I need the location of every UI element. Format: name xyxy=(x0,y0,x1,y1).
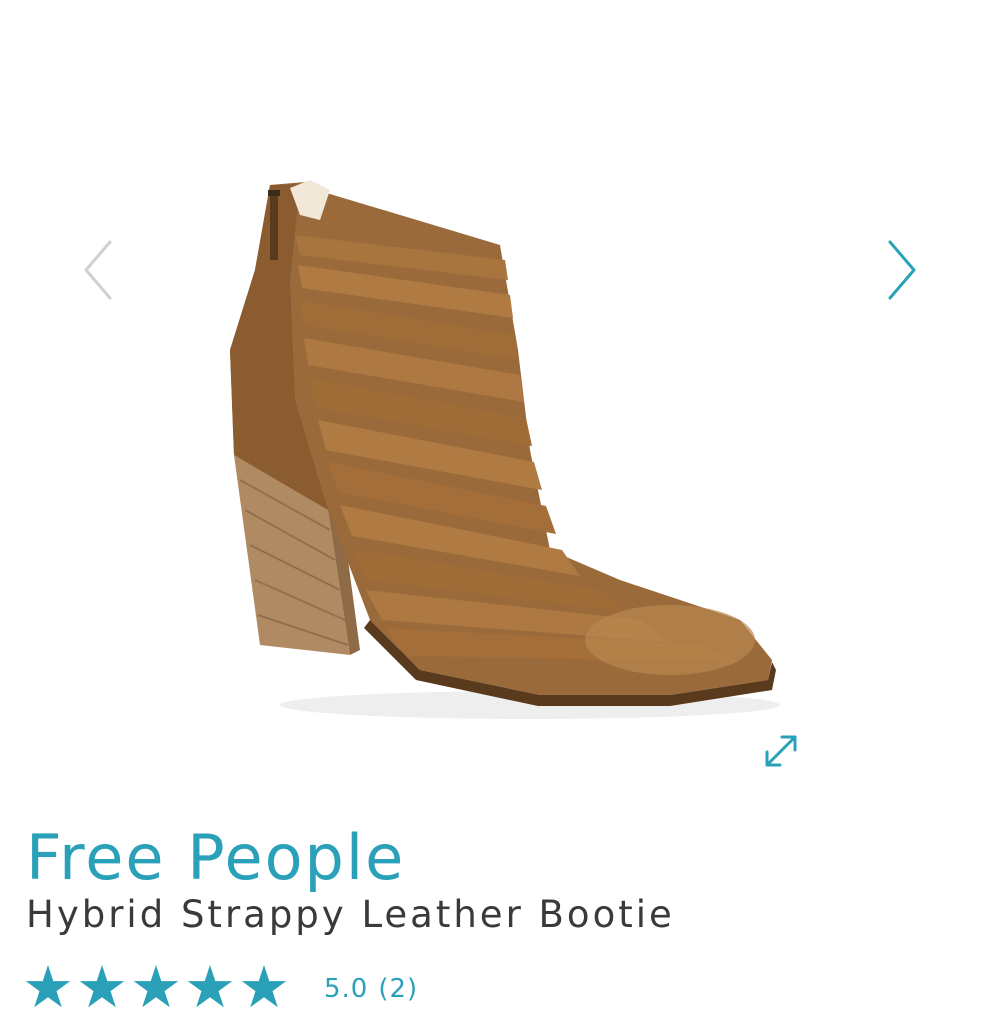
brand-link[interactable]: Free People xyxy=(26,818,405,898)
product-image-bootie[interactable] xyxy=(200,150,800,750)
expand-image-button[interactable] xyxy=(758,728,804,774)
star-icon: ★ xyxy=(22,953,74,1021)
star-icon: ★ xyxy=(184,953,236,1021)
next-image-button[interactable] xyxy=(878,230,928,310)
product-title: Hybrid Strappy Leather Bootie xyxy=(26,893,675,936)
star-icon: ★ xyxy=(238,953,290,1021)
previous-image-button[interactable] xyxy=(72,230,122,310)
expand-icon xyxy=(765,735,797,767)
chevron-right-icon xyxy=(888,240,916,300)
rating-summary: ★ ★ ★ ★ ★ 5.0 (2) xyxy=(22,958,428,1016)
star-rating[interactable]: ★ ★ ★ ★ ★ xyxy=(22,958,290,1016)
product-image-gallery xyxy=(0,0,1000,800)
star-icon: ★ xyxy=(130,953,182,1021)
chevron-left-icon xyxy=(84,240,112,300)
star-icon: ★ xyxy=(76,953,128,1021)
